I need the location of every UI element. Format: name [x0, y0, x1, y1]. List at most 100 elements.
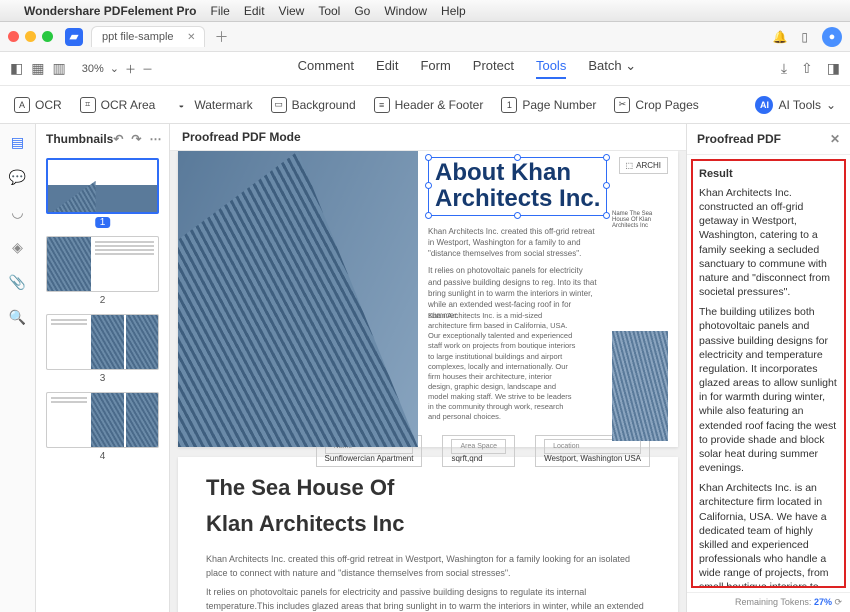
tab-close-icon[interactable]: ✕: [187, 32, 195, 43]
result-paragraph: Khan Architects Inc. constructed an off-…: [699, 186, 838, 299]
page1-hero-image: [178, 151, 418, 447]
canvas-area: Proofread PDF Mode About Khan Architects…: [170, 124, 686, 612]
rail-comments-icon[interactable]: 💬: [9, 169, 26, 186]
rail-attachments-icon[interactable]: 📎: [9, 274, 26, 291]
tab-batch[interactable]: Batch ⌄: [588, 58, 636, 79]
ai-icon: AI: [755, 96, 773, 114]
crop-pages-button[interactable]: ✂Crop Pages: [614, 97, 698, 113]
background-button[interactable]: ▭Background: [271, 97, 356, 113]
device-icon[interactable]: ▯: [801, 30, 808, 44]
toolbar-row-1: ◧ ▦ ▥ 30% ⌄ ＋ － Comment Edit Form Protec…: [0, 52, 850, 86]
thumb-more-icon[interactable]: ⋯: [149, 132, 161, 146]
header-footer-button[interactable]: ≡Header & Footer: [374, 97, 484, 113]
zoom-value[interactable]: 30%: [82, 63, 104, 75]
page-2[interactable]: NameSunflowercian Apartment Area Spacesq…: [178, 457, 678, 612]
menu-view[interactable]: View: [279, 4, 305, 18]
watermark-button[interactable]: ◒Watermark: [173, 97, 252, 113]
bell-icon[interactable]: 🔔: [772, 30, 787, 44]
page-canvas[interactable]: About Khan Architects Inc. ⬚ ARCHI Name …: [170, 151, 686, 612]
tab-tools[interactable]: Tools: [536, 58, 566, 79]
selected-text-box[interactable]: About Khan Architects Inc.: [428, 157, 607, 216]
menu-go[interactable]: Go: [354, 4, 370, 18]
window-minimize[interactable]: [25, 31, 36, 42]
tab-title: ppt file-sample: [102, 31, 174, 43]
page2-title-line2: Klan Architects Inc: [206, 511, 650, 537]
page1-body-upper: Khan Architects Inc. created this off-gr…: [428, 226, 598, 322]
page2-title-line1: The Sea House Of: [206, 475, 650, 501]
resize-handle[interactable]: [425, 212, 432, 219]
thumbnails-title: Thumbnails: [46, 132, 113, 146]
thumb-rotate-right-icon[interactable]: ↷: [131, 132, 141, 146]
thumbnail-3[interactable]: 3: [46, 314, 159, 384]
page-number-button[interactable]: 1Page Number: [501, 97, 596, 113]
resize-handle[interactable]: [603, 154, 610, 161]
resize-handle[interactable]: [425, 154, 432, 161]
proofread-panel: Proofread PDF ✕ Result Khan Architects I…: [686, 124, 850, 612]
thumbnail-1[interactable]: 1: [46, 158, 159, 228]
grid-view-icon[interactable]: ▦: [31, 60, 44, 77]
menu-tool[interactable]: Tool: [318, 4, 340, 18]
ocr-icon: A: [14, 97, 30, 113]
result-paragraph: Khan Architects Inc. is an architecture …: [699, 481, 838, 588]
token-footer: Remaining Tokens: 27% ⟳: [687, 592, 850, 612]
tab-edit[interactable]: Edit: [376, 58, 398, 79]
thumbnails-panel: Thumbnails ↶ ↷ ⋯ 1 2 3 4: [36, 124, 170, 612]
resize-handle[interactable]: [425, 182, 432, 189]
ocr-area-button[interactable]: ⌗OCR Area: [80, 97, 156, 113]
user-avatar[interactable]: ●: [822, 27, 842, 47]
menu-window[interactable]: Window: [384, 4, 427, 18]
window-controls: [8, 31, 53, 42]
app-name-menu[interactable]: Wondershare PDFelement Pro: [24, 4, 197, 18]
menu-file[interactable]: File: [211, 4, 230, 18]
background-icon: ▭: [271, 97, 287, 113]
proofread-result[interactable]: Result Khan Architects Inc. constructed …: [691, 159, 846, 588]
result-heading: Result: [699, 167, 838, 182]
window-maximize[interactable]: [42, 31, 53, 42]
sidebar-toggle-icon[interactable]: ◧: [10, 60, 23, 77]
resize-handle[interactable]: [603, 182, 610, 189]
book-view-icon[interactable]: ▥: [52, 60, 65, 77]
tab-form[interactable]: Form: [420, 58, 450, 79]
thumbnail-2[interactable]: 2: [46, 236, 159, 306]
menu-help[interactable]: Help: [441, 4, 466, 18]
macos-menubar: Wondershare PDFelement Pro File Edit Vie…: [0, 0, 850, 22]
share-icon[interactable]: ⇧: [801, 60, 813, 77]
new-tab-button[interactable]: ＋: [215, 27, 229, 47]
header-footer-icon: ≡: [374, 97, 390, 113]
cloud-download-icon[interactable]: ⤓: [781, 60, 787, 77]
tab-protect[interactable]: Protect: [473, 58, 514, 79]
rail-layers-icon[interactable]: ◈: [12, 239, 23, 256]
page1-caption: Name The Sea House Of Klan Architects In…: [612, 211, 668, 229]
page1-body-lower: Khan Architects Inc. is a mid-sized arch…: [428, 311, 578, 422]
zoom-out-button[interactable]: －: [142, 61, 153, 77]
rail-search-icon[interactable]: 🔍: [9, 309, 26, 326]
page1-title-line1: About Khan: [435, 160, 600, 186]
page1-side-photo: [612, 331, 668, 441]
menu-edit[interactable]: Edit: [244, 4, 265, 18]
watermark-icon: ◒: [173, 97, 189, 113]
rail-thumbnails-icon[interactable]: ▤: [11, 134, 24, 151]
close-panel-icon[interactable]: ✕: [830, 132, 840, 146]
app-icon: ▰: [65, 28, 83, 46]
resize-handle[interactable]: [514, 154, 521, 161]
mode-label: Proofread PDF Mode: [170, 124, 686, 151]
panel-toggle-icon[interactable]: ◨: [827, 60, 840, 77]
rail-bookmarks-icon[interactable]: ◡: [11, 204, 23, 221]
zoom-in-button[interactable]: ＋: [125, 61, 136, 77]
ocr-area-icon: ⌗: [80, 97, 96, 113]
left-rail: ▤ 💬 ◡ ◈ 📎 🔍: [0, 124, 36, 612]
thumb-rotate-left-icon[interactable]: ↶: [113, 132, 123, 146]
thumbnail-4[interactable]: 4: [46, 392, 159, 462]
page-number-icon: 1: [501, 97, 517, 113]
document-tab[interactable]: ppt file-sample ✕: [91, 26, 205, 47]
tab-comment[interactable]: Comment: [298, 58, 354, 79]
ocr-button[interactable]: AOCR: [14, 97, 62, 113]
window-close[interactable]: [8, 31, 19, 42]
ai-tools-button[interactable]: AI AI Tools ⌄: [755, 96, 836, 114]
zoom-dropdown-icon[interactable]: ⌄: [110, 62, 119, 75]
page-1[interactable]: About Khan Architects Inc. ⬚ ARCHI Name …: [178, 151, 678, 447]
main-tabs: Comment Edit Form Protect Tools Batch ⌄: [298, 58, 636, 79]
resize-handle[interactable]: [514, 212, 521, 219]
resize-handle[interactable]: [603, 212, 610, 219]
page1-logo: ⬚ ARCHI: [619, 157, 668, 174]
